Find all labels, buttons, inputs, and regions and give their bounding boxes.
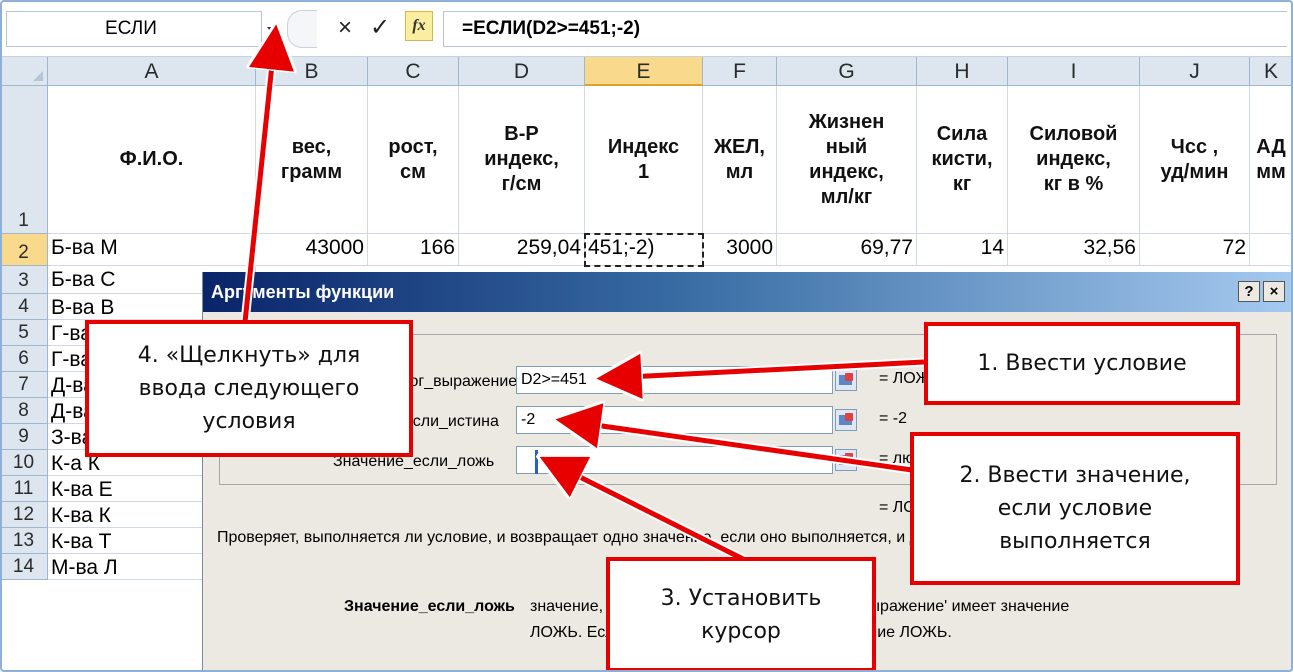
- row-header-5[interactable]: 5: [0, 320, 48, 346]
- close-button[interactable]: ×: [1263, 281, 1285, 302]
- row-header-13[interactable]: 13: [0, 528, 48, 554]
- header-cell[interactable]: Индекс 1: [585, 86, 703, 234]
- value-if-false-input[interactable]: [516, 446, 833, 474]
- row-header-9[interactable]: 9: [0, 424, 48, 450]
- row-header-7[interactable]: 7: [0, 372, 48, 398]
- header-cell[interactable]: Чсс , уд/мин: [1140, 86, 1250, 234]
- text-cursor: [535, 450, 538, 474]
- row-header-14[interactable]: 14: [0, 554, 48, 580]
- name-box[interactable]: ЕСЛИ: [6, 11, 262, 47]
- active-cell-e2[interactable]: 451;-2): [585, 234, 703, 266]
- screenshot-frame: ЕСЛИ × ✓ fx =ЕСЛИ(D2>=451;-2) ABCDEFGHIJ…: [0, 0, 1293, 672]
- header-cell[interactable]: В-Р индекс, г/см: [459, 86, 585, 234]
- column-header-i[interactable]: I: [1008, 57, 1140, 86]
- column-header-k[interactable]: K: [1250, 57, 1293, 86]
- column-header-b[interactable]: B: [256, 57, 368, 86]
- arg-label-condition: Лог_выражение: [399, 373, 518, 390]
- column-header-e[interactable]: E: [585, 57, 703, 86]
- parameter-name: Значение_если_ложь: [344, 598, 515, 615]
- column-header-j[interactable]: J: [1140, 57, 1250, 86]
- callout-step4: 4. «Щелкнуть» для ввода следующего услов…: [85, 320, 413, 457]
- header-cell[interactable]: вес, грамм: [256, 86, 368, 234]
- column-header-a[interactable]: A: [48, 57, 256, 86]
- callout-step1: 1. Ввести условие: [924, 322, 1240, 405]
- data-cell[interactable]: 43000: [256, 234, 368, 266]
- data-cell[interactable]: 259,04: [459, 234, 585, 266]
- header-cell[interactable]: Ф.И.О.: [48, 86, 256, 234]
- row-header-12[interactable]: 12: [0, 502, 48, 528]
- dialog-titlebar[interactable]: Аргументы функции ? ×: [203, 272, 1293, 312]
- name-box-dropdown-icon[interactable]: [267, 27, 279, 35]
- data-cell[interactable]: Б-ва М: [48, 234, 256, 266]
- header-cell[interactable]: Жизнен ный индекс, мл/кг: [777, 86, 917, 234]
- data-cell[interactable]: 32,56: [1008, 234, 1140, 266]
- enter-check-icon[interactable]: ✓: [370, 13, 390, 42]
- callout-step3: 3. Установить курсор: [606, 557, 876, 672]
- header-cell[interactable]: Сила кисти, кг: [917, 86, 1008, 234]
- collapse-range-icon[interactable]: [835, 449, 857, 471]
- column-header-f[interactable]: F: [703, 57, 777, 86]
- row-header-11[interactable]: 11: [0, 476, 48, 502]
- cancel-icon[interactable]: ×: [338, 14, 352, 42]
- row-header-1[interactable]: 1: [0, 86, 48, 234]
- row-header-6[interactable]: 6: [0, 346, 48, 372]
- help-button[interactable]: ?: [1238, 281, 1260, 302]
- column-header-c[interactable]: C: [368, 57, 459, 86]
- data-cell[interactable]: 3000: [703, 234, 777, 266]
- header-cell[interactable]: рост, см: [368, 86, 459, 234]
- header-cell[interactable]: Силовой индекс, кг в %: [1008, 86, 1140, 234]
- formula-input[interactable]: =ЕСЛИ(D2>=451;-2): [443, 11, 1287, 47]
- data-cell[interactable]: 72: [1140, 234, 1250, 266]
- header-cell[interactable]: АД мм: [1250, 86, 1293, 234]
- row-header-8[interactable]: 8: [0, 398, 48, 424]
- callout-step2: 2. Ввести значение, если условие выполня…: [910, 432, 1240, 585]
- row-header-4[interactable]: 4: [0, 294, 48, 320]
- collapse-range-icon[interactable]: [835, 369, 857, 391]
- formula-bar-separator: [287, 10, 317, 48]
- formula-bar: ЕСЛИ × ✓ fx =ЕСЛИ(D2>=451;-2): [0, 0, 1293, 57]
- dialog-title: Аргументы функции: [211, 282, 395, 302]
- data-cell[interactable]: 69,77: [777, 234, 917, 266]
- data-cell[interactable]: [1250, 234, 1293, 266]
- row-header-3[interactable]: 3: [0, 266, 48, 294]
- column-header-h[interactable]: H: [917, 57, 1008, 86]
- row-header-2[interactable]: 2: [0, 234, 48, 266]
- insert-function-icon[interactable]: fx: [405, 11, 433, 41]
- value-if-true-input[interactable]: -2: [516, 406, 833, 434]
- value-if-true-result: = -2: [879, 410, 908, 427]
- condition-input[interactable]: D2>=451: [516, 366, 833, 394]
- select-all-corner[interactable]: [0, 57, 48, 86]
- data-cell[interactable]: 166: [368, 234, 459, 266]
- column-header-g[interactable]: G: [777, 57, 917, 86]
- row-header-10[interactable]: 10: [0, 450, 48, 476]
- collapse-range-icon[interactable]: [835, 409, 857, 431]
- data-cell[interactable]: 14: [917, 234, 1008, 266]
- header-cell[interactable]: ЖЕЛ, мл: [703, 86, 777, 234]
- column-header-d[interactable]: D: [459, 57, 585, 86]
